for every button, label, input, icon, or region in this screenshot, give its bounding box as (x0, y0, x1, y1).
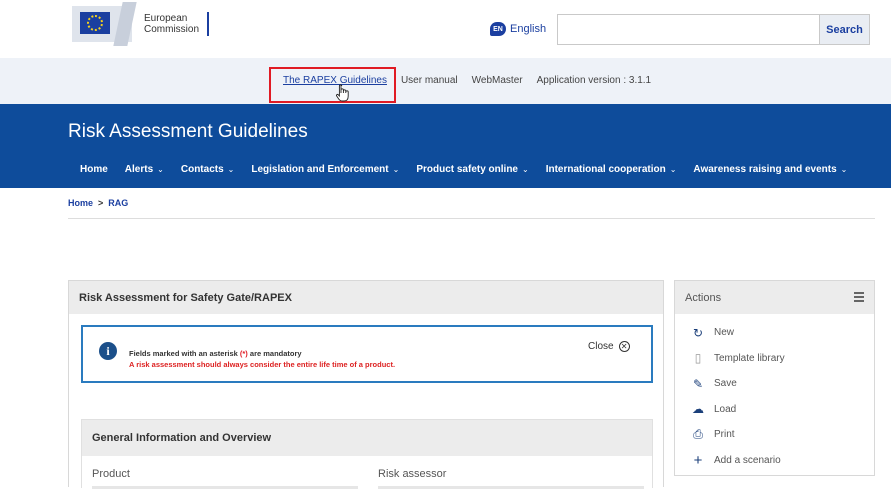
language-icon: EN (490, 22, 506, 36)
search-button[interactable]: Search (819, 15, 869, 44)
section-title: General Information and Overview (82, 420, 652, 456)
printer-icon: ⎙ (693, 427, 703, 442)
action-template-library[interactable]: ▯ Template library (675, 346, 874, 372)
language-selector[interactable]: EN English (490, 22, 546, 36)
nav-label: Home (80, 164, 108, 175)
nav-item-alerts[interactable]: Alerts ⌄ (125, 164, 164, 175)
action-print[interactable]: ⎙ Print (675, 422, 874, 448)
webmaster-link[interactable]: WebMaster (472, 75, 523, 86)
product-label: Product (92, 468, 130, 480)
nav-label: Legislation and Enforcement (251, 164, 389, 175)
logo-line1: European (144, 13, 188, 24)
collapse-icon[interactable] (854, 292, 864, 302)
info-icon: i (99, 342, 117, 360)
nav-item-awareness[interactable]: Awareness raising and events ⌄ (693, 164, 847, 175)
close-icon: ✕ (618, 341, 630, 352)
breadcrumb: Home > RAG (68, 198, 133, 208)
nav-label: Awareness raising and events (693, 164, 837, 175)
chevron-down-icon: ⌄ (157, 165, 164, 174)
risk-assessor-label: Risk assessor (378, 468, 447, 480)
action-add-scenario[interactable]: + Add a scenario (675, 448, 874, 474)
action-new[interactable]: ↻ New (675, 320, 874, 346)
mandatory-fields-notice: i Fields marked with an asterisk (*) are… (81, 325, 653, 383)
pencil-icon: ✎ (692, 376, 704, 391)
nav-item-product-safety[interactable]: Product safety online ⌄ (416, 164, 528, 175)
site-title: Risk Assessment Guidelines (68, 121, 308, 142)
user-manual-link[interactable]: User manual (401, 75, 458, 86)
risk-assessment-panel: Risk Assessment for Safety Gate/RAPEX i … (68, 280, 664, 489)
action-list: ↻ New ▯ Template library ✎ Save ☁ Load ⎙… (675, 314, 874, 473)
close-notice-button[interactable]: Close ✕ (588, 341, 630, 352)
nav-item-home[interactable]: Home (80, 164, 108, 175)
chevron-down-icon: ⌄ (840, 165, 848, 174)
general-info-section: General Information and Overview Product… (81, 419, 653, 489)
nav-item-legislation[interactable]: Legislation and Enforcement ⌄ (251, 164, 399, 175)
language-label: English (510, 23, 547, 35)
hand-cursor-icon (336, 84, 349, 102)
search-bar: Search (557, 14, 870, 45)
search-input[interactable] (558, 15, 819, 44)
refresh-icon: ↻ (692, 325, 704, 340)
logo-text: European Commission (144, 12, 210, 36)
main-nav: Home Alerts ⌄ Contacts ⌄ Legislation and E… (80, 164, 864, 175)
nav-item-international[interactable]: International cooperation ⌄ (546, 164, 677, 175)
plus-icon: + (693, 451, 703, 469)
top-header: European Commission EN English Search (0, 0, 891, 58)
action-load[interactable]: ☁ Load (675, 397, 874, 423)
nav-label: Alerts (124, 164, 154, 175)
chevron-down-icon: ⌄ (392, 165, 400, 174)
logo-line2: Commission (144, 24, 200, 35)
nav-item-contacts[interactable]: Contacts ⌄ (181, 164, 235, 175)
app-version: Application version : 3.1.1 (536, 75, 652, 86)
nav-label: International cooperation (545, 164, 666, 175)
panel-title: Risk Assessment for Safety Gate/RAPEX (69, 281, 663, 314)
nav-label: Product safety online (416, 164, 518, 175)
breadcrumb-separator: > (98, 198, 104, 208)
chevron-down-icon: ⌄ (227, 165, 235, 174)
actions-panel: Actions ↻ New ▯ Template library ✎ Save … (674, 280, 875, 476)
chevron-down-icon: ⌄ (669, 165, 677, 174)
cloud-upload-icon: ☁ (692, 402, 704, 417)
breadcrumb-home[interactable]: Home (68, 198, 93, 208)
book-icon: ▯ (694, 351, 702, 366)
notice-line2: A risk assessment should always consider… (129, 360, 396, 369)
eu-flag-icon (80, 12, 110, 34)
divider (68, 218, 875, 219)
chevron-down-icon: ⌄ (522, 165, 529, 174)
highlight-box (269, 67, 396, 103)
utility-bar: The RAPEX Guidelines User manual WebMast… (0, 58, 891, 104)
breadcrumb-current: RAG (108, 198, 129, 208)
actions-title: Actions (685, 291, 722, 304)
actions-header: Actions (675, 281, 874, 314)
european-commission-logo[interactable]: European Commission (72, 2, 210, 46)
close-label: Close (588, 341, 614, 352)
action-save[interactable]: ✎ Save (675, 371, 874, 397)
logo-graphic (72, 2, 137, 46)
site-header: Risk Assessment Guidelines Home Alerts ⌄ … (0, 104, 891, 188)
notice-line1: Fields marked with an asterisk (*) are m… (129, 349, 302, 358)
nav-label: Contacts (180, 164, 224, 175)
